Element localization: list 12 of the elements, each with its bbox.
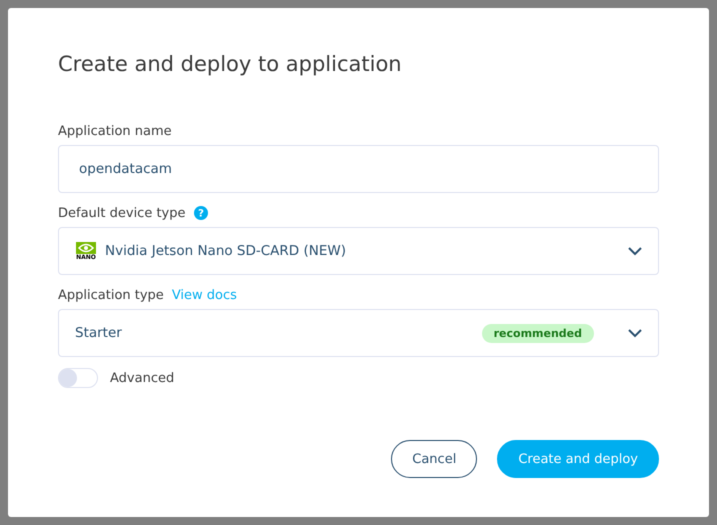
recommended-badge: recommended [482,324,594,342]
field-label: Application type [58,288,164,302]
chevron-down-icon [628,246,642,256]
field-label: Default device type [58,206,186,220]
field-label: Application name [58,124,172,138]
chevron-down-icon [628,328,642,338]
advanced-toggle[interactable] [58,368,98,388]
application-name-field[interactable]: opendatacam [58,145,659,193]
cancel-button[interactable]: Cancel [391,440,478,478]
application-type-dropdown[interactable]: Starter recommended [58,309,659,357]
toggle-label: Advanced [110,370,174,386]
dialog-title: Create and deploy to application [58,52,403,76]
